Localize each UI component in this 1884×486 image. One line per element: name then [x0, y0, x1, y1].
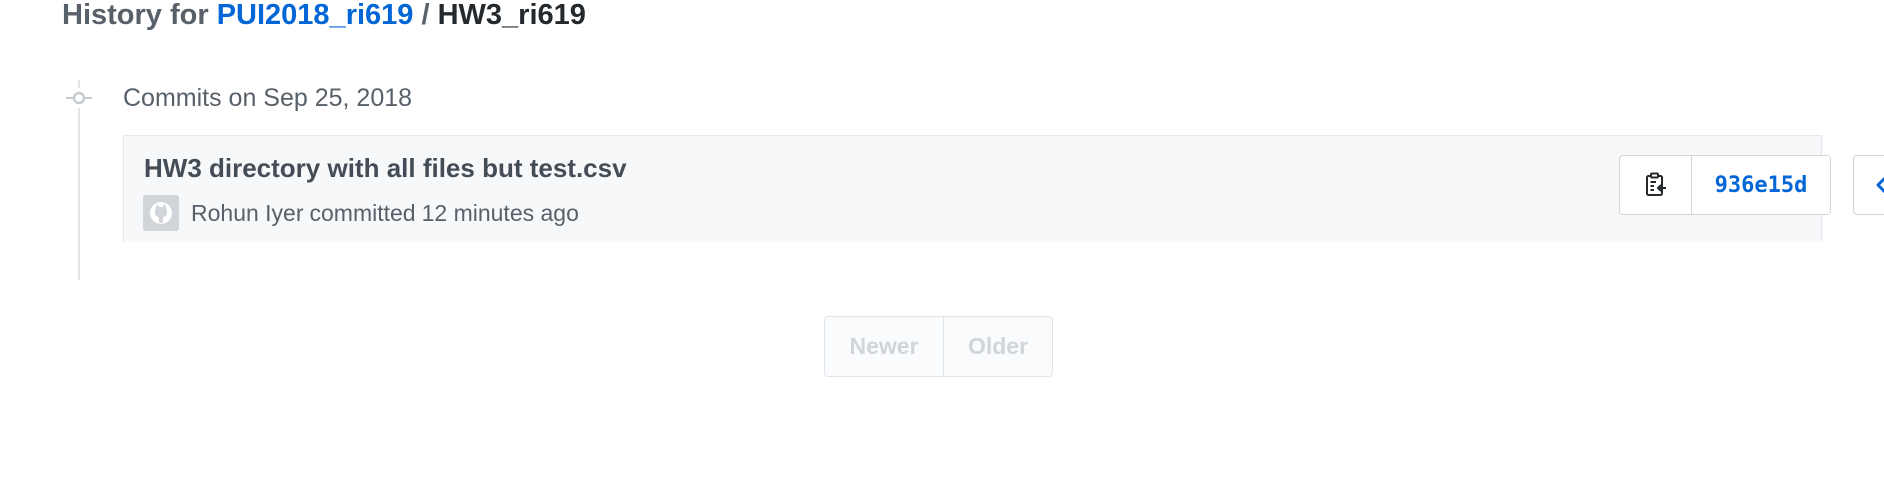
commit-history-page: History for PUI2018_ri619 / HW3_ri619 Co… — [0, 0, 1884, 486]
code-icon — [1876, 176, 1884, 194]
commits-date-heading: Commits on Sep 25, 2018 — [123, 84, 413, 112]
commit-row: HW3 directory with all files but test.cs… — [123, 135, 1884, 242]
commit-author-link[interactable]: Rohun Iyer — [191, 199, 304, 227]
commit-meta: Rohun Iyer committed 12 minutes ago — [143, 195, 579, 231]
page-title: History for PUI2018_ri619 / HW3_ri619 — [62, 0, 586, 30]
pagination: Newer Older — [824, 316, 1053, 377]
copy-sha-button[interactable] — [1620, 156, 1692, 214]
browse-repo-button[interactable] — [1853, 155, 1884, 215]
clippy-icon — [1645, 172, 1666, 196]
avatar[interactable] — [143, 195, 179, 231]
older-button[interactable]: Older — [944, 317, 1052, 376]
git-commit-icon — [66, 88, 92, 108]
commit-title-link[interactable]: HW3 directory with all files but test.cs… — [144, 153, 627, 183]
github-octocat-icon — [150, 202, 172, 224]
path-name: HW3_ri619 — [437, 0, 586, 31]
timeline-line — [78, 80, 80, 280]
commit-action-text: committed — [309, 200, 416, 226]
path-separator: / — [421, 0, 430, 31]
title-prefix: History for — [62, 0, 209, 31]
repo-link[interactable]: PUI2018_ri619 — [217, 0, 414, 31]
commit-sha-button[interactable]: 936e15d — [1692, 156, 1830, 214]
commit-time: 12 minutes ago — [421, 200, 579, 226]
newer-button[interactable]: Newer — [825, 317, 944, 376]
sha-button-group: 936e15d — [1619, 155, 1831, 215]
